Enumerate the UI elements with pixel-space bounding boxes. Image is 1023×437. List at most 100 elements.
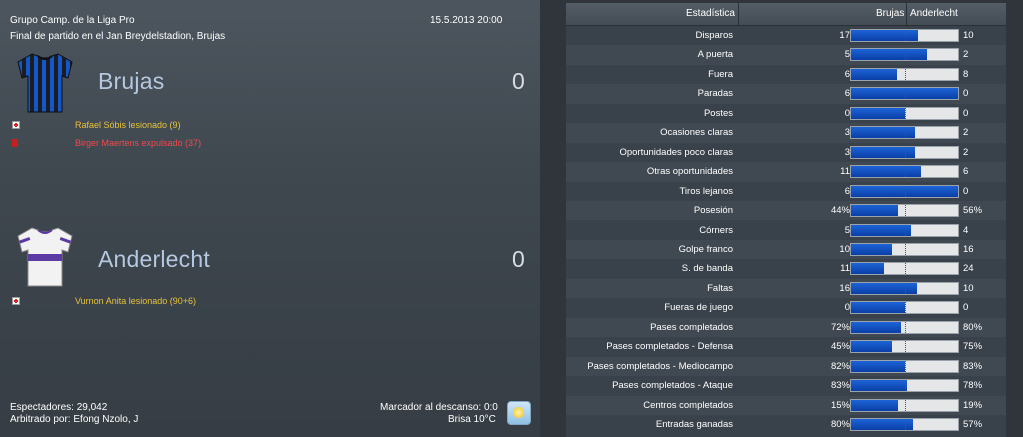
stat-row: S. de banda 11 24 — [566, 259, 1006, 278]
midpoint-marker — [905, 419, 906, 430]
stats-header: Estadística Brujas Anderlecht — [566, 3, 1006, 26]
stat-row: Posesión 44% 56% — [566, 201, 1006, 221]
midpoint-marker — [905, 68, 906, 80]
midpoint-marker — [905, 243, 906, 255]
midpoint-marker — [905, 88, 906, 100]
midpoint-marker — [905, 341, 906, 353]
away-stat-value: 0 — [963, 88, 969, 100]
stat-comparison-bar — [850, 87, 959, 101]
home-share-fill — [851, 30, 919, 41]
stat-row: Entradas ganadas 80% 57% — [566, 415, 1006, 434]
stat-comparison-bar — [850, 106, 959, 120]
stat-row: Fueras de juego 0 0 — [566, 298, 1006, 317]
home-stat-value: 15% — [830, 399, 850, 411]
brujas-shirt-icon — [17, 53, 73, 113]
attendance-label: Espectadores: 29,042 — [10, 402, 108, 413]
home-share-fill — [851, 419, 914, 430]
away-stat-value: 78% — [963, 380, 983, 392]
stat-comparison-bar — [850, 223, 959, 237]
match-summary-panel: Grupo Camp. de la Liga Pro Final de part… — [0, 0, 540, 437]
stat-label: Ocasiones claras — [660, 127, 733, 139]
halftime-score-label: Marcador al descanso: 0:0 — [380, 402, 498, 413]
stat-row: Pases completados - Defensa 45% 75% — [566, 337, 1006, 356]
stats-column-header[interactable]: Estadística — [686, 8, 735, 19]
stat-label: Faltas — [707, 282, 733, 294]
home-share-fill — [851, 380, 907, 392]
away-team-name[interactable]: Anderlecht — [98, 246, 210, 273]
home-share-fill — [851, 68, 897, 80]
home-event-text[interactable]: Birger Maertens expulsado (37) — [75, 138, 201, 148]
stat-comparison-bar — [850, 262, 959, 276]
stat-label: Fuera — [708, 68, 733, 80]
column-divider — [906, 3, 907, 25]
stat-comparison-bar — [850, 48, 959, 62]
stat-row: Disparos 17 10 — [566, 26, 1006, 45]
away-stat-value: 56% — [963, 205, 983, 217]
away-event-text[interactable]: Vurnon Anita lesionado (90+6) — [75, 296, 196, 306]
stat-row: Tiros lejanos 6 0 — [566, 182, 1006, 201]
stat-label: Pases completados - Mediocampo — [587, 360, 733, 372]
stat-label: Córners — [699, 224, 733, 236]
stat-comparison-bar — [850, 301, 959, 315]
weather-icon — [507, 401, 531, 425]
home-event-text[interactable]: Rafael Sóbis lesionado (9) — [75, 120, 181, 130]
stat-row: Pases completados - Mediocampo 82% 83% — [566, 356, 1006, 377]
midpoint-marker — [905, 302, 906, 314]
stat-row: Golpe franco 10 16 — [566, 239, 1006, 260]
midpoint-marker — [905, 360, 906, 372]
stat-label: Posesión — [693, 205, 733, 217]
home-share-fill — [851, 341, 892, 353]
midpoint-marker — [905, 107, 906, 119]
stat-label: A puerta — [697, 49, 733, 61]
stat-label: S. de banda — [681, 263, 733, 275]
stat-comparison-bar — [850, 398, 959, 412]
home-share-fill — [851, 282, 918, 294]
stat-comparison-bar — [850, 126, 959, 140]
midpoint-marker — [905, 380, 906, 392]
stat-label: Pases completados — [650, 321, 733, 333]
home-share-fill — [851, 360, 905, 372]
home-share-fill — [851, 205, 899, 217]
away-stat-value: 6 — [963, 166, 969, 178]
stat-comparison-bar — [850, 242, 959, 256]
midpoint-marker — [905, 30, 906, 41]
home-share-fill — [851, 321, 902, 333]
match-stats-panel: Estadística Brujas Anderlecht Disparos 17… — [566, 3, 1006, 437]
stat-label: Disparos — [695, 30, 734, 41]
stat-comparison-bar — [850, 67, 959, 81]
column-divider — [738, 3, 739, 25]
midpoint-marker — [905, 224, 906, 236]
stat-comparison-bar — [850, 184, 959, 198]
away-stat-value: 24 — [963, 263, 974, 275]
stat-label: Postes — [703, 107, 733, 119]
home-share-fill — [851, 263, 885, 275]
stat-label: Entradas ganadas — [655, 419, 733, 430]
home-stat-value: 72% — [830, 321, 850, 333]
midpoint-marker — [905, 321, 906, 333]
anderlecht-shirt-icon — [17, 227, 73, 287]
away-stat-value: 75% — [963, 341, 983, 353]
match-datetime: 15.5.2013 20:00 — [430, 15, 503, 26]
home-team-name[interactable]: Brujas — [98, 68, 164, 95]
competition-label: Grupo Camp. de la Liga Pro — [10, 15, 135, 26]
midpoint-marker — [905, 205, 906, 217]
red-card-icon — [12, 139, 18, 147]
home-stat-value: 16 — [839, 282, 850, 294]
away-stat-value: 19% — [963, 399, 983, 411]
away-score: 0 — [512, 246, 525, 272]
away-stat-value: 2 — [963, 146, 969, 158]
stat-row: Córners 5 4 — [566, 221, 1006, 240]
away-stat-value: 57% — [963, 419, 983, 430]
midpoint-marker — [905, 127, 906, 139]
away-stat-value: 10 — [963, 282, 974, 294]
stat-comparison-bar — [850, 340, 959, 354]
stat-label: Centros completados — [643, 399, 733, 411]
stat-label: Pases completados - Defensa — [606, 341, 733, 353]
home-stat-value: 11 — [840, 166, 850, 178]
home-stat-value: 82% — [830, 360, 850, 372]
injury-icon — [12, 121, 20, 129]
home-score: 0 — [512, 68, 525, 94]
home-share-fill — [851, 107, 905, 119]
away-stat-value: 8 — [963, 68, 969, 80]
venue-label: Final de partido en el Jan Breydelstadio… — [10, 31, 226, 42]
